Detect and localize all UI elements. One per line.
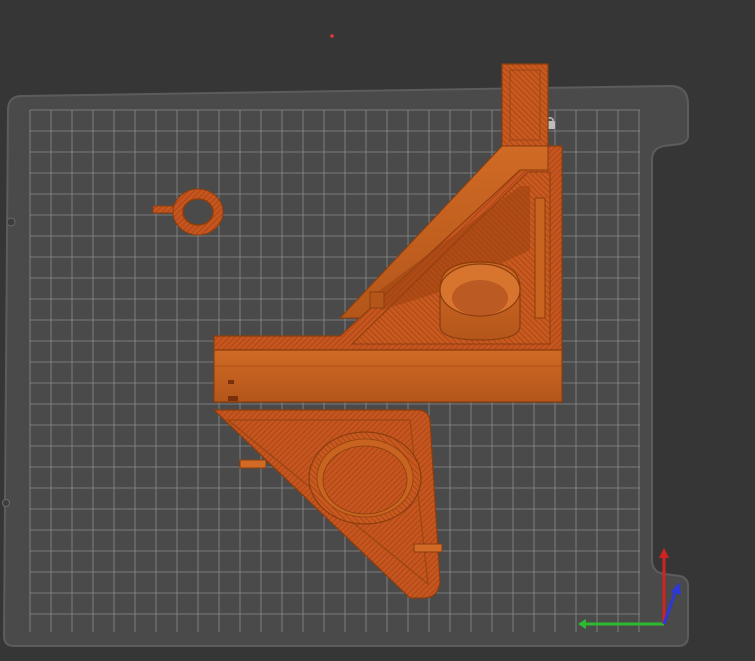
plater-viewport[interactable]: [0, 0, 755, 661]
red-dot-icon: [330, 34, 334, 38]
